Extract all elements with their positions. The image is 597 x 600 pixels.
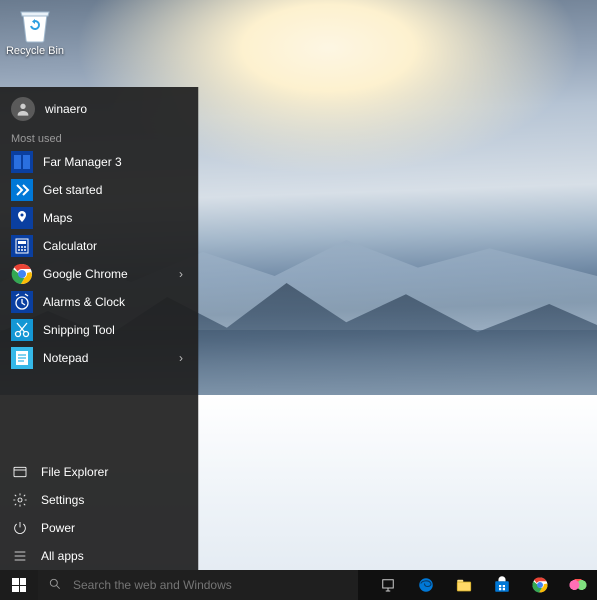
calc-icon (11, 235, 33, 257)
power-icon (11, 519, 29, 537)
app-item-far[interactable]: Far Manager 3 (0, 148, 198, 176)
taskbar-search[interactable] (38, 570, 358, 600)
windows-logo-icon (12, 578, 26, 592)
maps-icon (11, 207, 33, 229)
app-label: Notepad (43, 351, 169, 365)
app-item-chrome[interactable]: Google Chrome › (0, 260, 198, 288)
file-explorer-label: File Explorer (41, 465, 108, 479)
gear-icon (11, 491, 29, 509)
app-item-alarms[interactable]: Alarms & Clock (0, 288, 198, 316)
power-button[interactable]: Power (0, 514, 198, 542)
store-icon (493, 576, 511, 594)
app-label: Get started (43, 183, 187, 197)
taskbar-app-button[interactable] (559, 570, 597, 600)
start-menu: winaero Most used Far Manager 3 Get start… (0, 87, 198, 570)
app-item-snip[interactable]: Snipping Tool (0, 316, 198, 344)
chrome-icon (11, 263, 33, 285)
search-input[interactable] (71, 577, 358, 593)
most-used-list: Far Manager 3 Get started Maps Calculator Go… (0, 148, 198, 372)
app-label: Maps (43, 211, 187, 225)
app-item-notepad[interactable]: Notepad › (0, 344, 198, 372)
far-icon (11, 151, 33, 173)
task-view-icon (379, 576, 397, 594)
all-apps-icon (11, 547, 29, 565)
file-explorer-icon (11, 463, 29, 481)
app-item-maps[interactable]: Maps (0, 204, 198, 232)
taskbar-gap (358, 570, 369, 600)
user-account-button[interactable]: winaero (0, 87, 198, 129)
power-label: Power (41, 521, 75, 535)
chrome-icon (531, 576, 549, 594)
folder-icon (455, 576, 473, 594)
desktop-icon-recycle-bin[interactable]: Recycle Bin (5, 2, 65, 58)
desktop-icon-label: Recycle Bin (5, 45, 65, 58)
notepad-icon (11, 347, 33, 369)
edge-icon (417, 576, 435, 594)
chevron-right-icon: › (179, 267, 187, 281)
app-label: Snipping Tool (43, 323, 187, 337)
recycle-bin-icon (15, 2, 55, 44)
search-icon (48, 577, 62, 594)
desktop: Recycle Bin winaero Most used Far Manage… (0, 0, 597, 600)
start-button[interactable] (0, 570, 38, 600)
app-label: Far Manager 3 (43, 155, 187, 169)
app-icon (569, 579, 587, 591)
app-label: Alarms & Clock (43, 295, 187, 309)
app-label: Google Chrome (43, 267, 169, 281)
app-item-getstarted[interactable]: Get started (0, 176, 198, 204)
snip-icon (11, 319, 33, 341)
settings-label: Settings (41, 493, 84, 507)
taskbar-store-button[interactable] (483, 570, 521, 600)
app-item-calc[interactable]: Calculator (0, 232, 198, 260)
taskbar-file-explorer-button[interactable] (445, 570, 483, 600)
taskbar (0, 570, 597, 600)
file-explorer-button[interactable]: File Explorer (0, 458, 198, 486)
start-menu-spacer (0, 372, 198, 458)
user-name-label: winaero (45, 102, 87, 116)
app-label: Calculator (43, 239, 187, 253)
taskbar-chrome-button[interactable] (521, 570, 559, 600)
settings-button[interactable]: Settings (0, 486, 198, 514)
alarms-icon (11, 291, 33, 313)
task-view-button[interactable] (369, 570, 407, 600)
most-used-heading: Most used (0, 129, 198, 148)
getstarted-icon (11, 179, 33, 201)
all-apps-label: All apps (41, 549, 84, 563)
taskbar-edge-button[interactable] (407, 570, 445, 600)
chevron-right-icon: › (179, 351, 187, 365)
all-apps-button[interactable]: All apps (0, 542, 198, 570)
user-avatar-icon (11, 97, 35, 121)
